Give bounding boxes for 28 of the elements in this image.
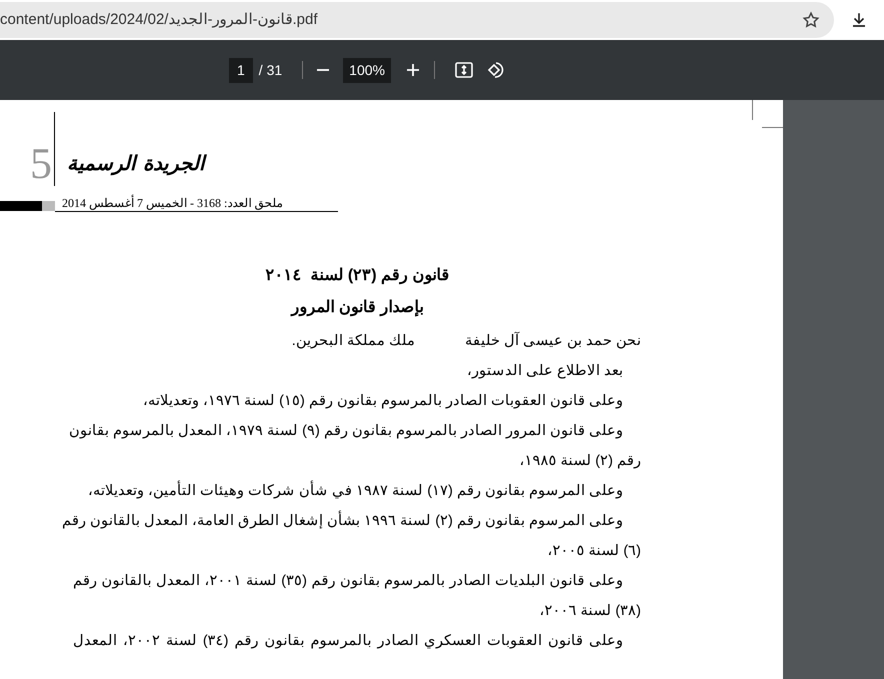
page-count: / 31: [258, 60, 282, 80]
body-text: وعلى المرسوم بقانون رقم (١٧) لسنة ١٩٨٧ في شأن شركات وهيئات التأمين، وتعديلاته،: [88, 480, 623, 502]
zoom-in-icon[interactable]: [404, 62, 421, 78]
header-bar: [0, 201, 55, 211]
body-text: رقم (٢) لسنة ١٩٨٥،: [519, 452, 641, 471]
issue-info: ملحق العدد: 3168 - الخميس 7 أغسطس 2014: [55, 195, 338, 212]
page-number-field[interactable]: 1: [229, 58, 253, 82]
body-text: وعلى قانون العقوبات الصادر بالمرسوم بقانون رقم (١٥) لسنة ١٩٧٦، وتعديلاته،: [143, 392, 623, 411]
fit-page-icon[interactable]: [454, 60, 474, 80]
address-bar[interactable]: content/uploads/2024/02/قانون-المرور-الجديد.pdf: [0, 2, 834, 38]
body-text: ملك مملكة البحرين.: [292, 332, 415, 351]
body-text: (٣٨) لسنة ٢٠٠٦،: [539, 602, 641, 621]
zoom-field[interactable]: 100%: [343, 58, 391, 82]
body-text: وعلى قانون المرور الصادر بالمرسوم بقانون رقم (٩) لسنة ١٩٧٩، المعدل بالمرسوم بقانون: [68, 422, 623, 441]
body-text: وعلى قانون البلديات الصادر بالمرسوم بقانون رقم (٣٥) لسنة ٢٠٠١، المعدل بالقانون رقم: [73, 572, 623, 591]
law-title: بإصدار قانون المرور: [292, 298, 424, 318]
star-icon[interactable]: [802, 11, 820, 29]
body-text: وعلى المرسوم بقانون رقم (٢) لسنة ١٩٩٦ بشأن إشغال الطرق العامة، المعدل بالقانون رقم: [62, 510, 623, 532]
page-number: 5: [29, 142, 53, 186]
body-text: بعد الاطلاع على الدستور،: [466, 362, 623, 381]
law-title: قانون رقم (٢٣) لسنة ٢٠١٤: [266, 266, 450, 286]
masthead-logo: الجريدة الرسمية: [67, 150, 205, 178]
rotate-icon[interactable]: [486, 60, 506, 80]
url-text: content/uploads/2024/02/قانون-المرور-الجديد.pdf: [0, 10, 318, 30]
body-text: (٦) لسنة ٢٠٠٥،: [547, 542, 641, 561]
body-text: وعلى قانون العقوبات العسكري الصادر بالمرسوم بقانون رقم (٣٤) لسنة ٢٠٠٢، المعدل: [73, 632, 623, 651]
body-text: نحن حمد بن عيسى آل خليفة: [464, 330, 641, 351]
download-icon[interactable]: [850, 11, 868, 29]
